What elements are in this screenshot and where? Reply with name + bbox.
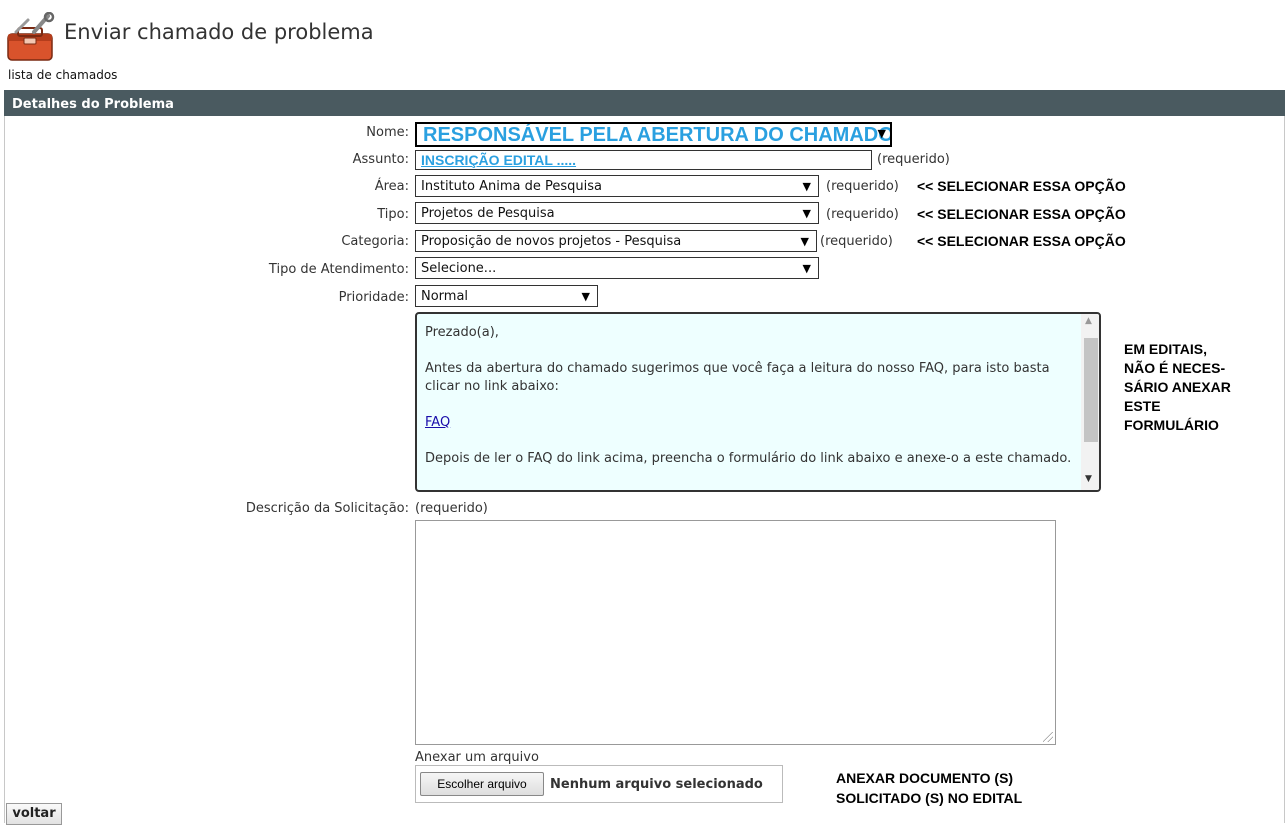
area-selected-value: Instituto Anima de Pesquisa bbox=[421, 179, 602, 194]
tipo-annotation: << SELECIONAR ESSA OPÇÃO bbox=[917, 206, 1126, 222]
assunto-required: (requerido) bbox=[877, 152, 950, 167]
descricao-required: (requerido) bbox=[415, 501, 488, 516]
tipo-select[interactable]: Projetos de Pesquisa ▼ bbox=[415, 202, 819, 224]
scroll-thumb[interactable] bbox=[1084, 338, 1098, 442]
page-title: Enviar chamado de problema bbox=[64, 20, 374, 44]
categoria-annotation: << SELECIONAR ESSA OPÇÃO bbox=[917, 233, 1126, 249]
attachment-note-line: ANEXAR DOCUMENTO (S) bbox=[836, 770, 1014, 786]
nome-select[interactable]: RESPONSÁVEL PELA ABERTURA DO CHAMADO ▼ bbox=[415, 122, 892, 147]
file-input[interactable]: Escolher arquivo Nenhum arquivo selecion… bbox=[415, 765, 783, 803]
side-note-line: SÁRIO ANEXAR bbox=[1124, 379, 1231, 395]
side-note-line: NÃO É NECES- bbox=[1124, 360, 1226, 376]
descricao-label: Descrição da Solicitação: bbox=[245, 501, 409, 516]
categoria-selected-value: Proposição de novos projetos - Pesquisa bbox=[421, 234, 682, 249]
section-header-bar bbox=[4, 90, 1285, 116]
area-label: Área: bbox=[374, 179, 409, 194]
faq-link[interactable]: FAQ bbox=[425, 415, 450, 430]
nome-selected-value: RESPONSÁVEL PELA ABERTURA DO CHAMADO bbox=[423, 124, 892, 146]
tipo-atendimento-select[interactable]: Selecione... ▼ bbox=[415, 257, 819, 279]
side-annotation: EM EDITAIS, NÃO É NECES- SÁRIO ANEXAR ES… bbox=[1118, 330, 1244, 480]
side-note-line: ESTE bbox=[1124, 398, 1161, 414]
categoria-select[interactable]: Proposição de novos projetos - Pesquisa … bbox=[415, 230, 817, 252]
categoria-label: Categoria: bbox=[341, 234, 409, 249]
back-button[interactable]: voltar bbox=[6, 803, 62, 825]
attachment-annotation: ANEXAR DOCUMENTO (S) SOLICITADO (S) NO E… bbox=[818, 762, 1076, 812]
chevron-down-icon: ▼ bbox=[802, 207, 811, 220]
area-required: (requerido) bbox=[826, 179, 899, 194]
chevron-down-icon: ▼ bbox=[802, 262, 811, 275]
file-status: Nenhum arquivo selecionado bbox=[550, 777, 763, 792]
chevron-down-icon: ▼ bbox=[877, 127, 886, 140]
list-chamados-link[interactable]: lista de chamados bbox=[8, 68, 117, 82]
choose-file-button[interactable]: Escolher arquivo bbox=[420, 772, 544, 796]
tipo-atendimento-label: Tipo de Atendimento: bbox=[268, 262, 409, 277]
scroll-down-arrow-icon[interactable]: ▼ bbox=[1085, 474, 1092, 484]
side-note-line: EM EDITAIS, bbox=[1124, 341, 1207, 357]
chevron-down-icon: ▼ bbox=[800, 235, 809, 248]
assunto-input-value: INSCRIÇÃO EDITAL ..... bbox=[421, 152, 577, 168]
resize-grip-icon[interactable] bbox=[1043, 732, 1053, 742]
tipo-required: (requerido) bbox=[826, 207, 899, 222]
descricao-textarea[interactable] bbox=[415, 520, 1056, 745]
area-select[interactable]: Instituto Anima de Pesquisa ▼ bbox=[415, 175, 819, 197]
info-scrollbar[interactable]: ▲ ▼ bbox=[1081, 314, 1099, 490]
prioridade-select[interactable]: Normal ▼ bbox=[415, 285, 598, 307]
chevron-down-icon: ▼ bbox=[581, 290, 590, 303]
area-annotation: << SELECIONAR ESSA OPÇÃO bbox=[917, 178, 1126, 194]
tipo-selected-value: Projetos de Pesquisa bbox=[421, 206, 555, 221]
categoria-required: (requerido) bbox=[820, 234, 893, 249]
info-paragraph-1: Antes da abertura do chamado sugerimos q… bbox=[425, 361, 1050, 394]
side-note-line: FORMULÁRIO bbox=[1124, 417, 1219, 433]
chevron-down-icon: ▼ bbox=[802, 180, 811, 193]
assunto-label: Assunto: bbox=[352, 152, 409, 167]
assunto-input[interactable]: INSCRIÇÃO EDITAL ..... bbox=[415, 150, 872, 170]
attachment-note-line: SOLICITADO (S) NO EDITAL bbox=[836, 790, 1023, 806]
attachment-label: Anexar um arquivo bbox=[415, 750, 539, 765]
toolbox-wrench-icon bbox=[4, 11, 58, 64]
scroll-up-arrow-icon[interactable]: ▲ bbox=[1085, 316, 1092, 326]
info-greeting: Prezado(a), bbox=[425, 325, 499, 340]
faq-info-box[interactable]: Prezado(a), Antes da abertura do chamado… bbox=[415, 312, 1101, 492]
section-title: Detalhes do Problema bbox=[12, 97, 174, 112]
tipo-label: Tipo: bbox=[377, 207, 409, 222]
tipo-atendimento-selected-value: Selecione... bbox=[421, 261, 497, 276]
nome-label: Nome: bbox=[366, 125, 409, 140]
info-paragraph-2: Depois de ler o FAQ do link acima, preen… bbox=[425, 451, 1072, 466]
prioridade-label: Prioridade: bbox=[338, 290, 409, 305]
prioridade-selected-value: Normal bbox=[421, 289, 469, 304]
